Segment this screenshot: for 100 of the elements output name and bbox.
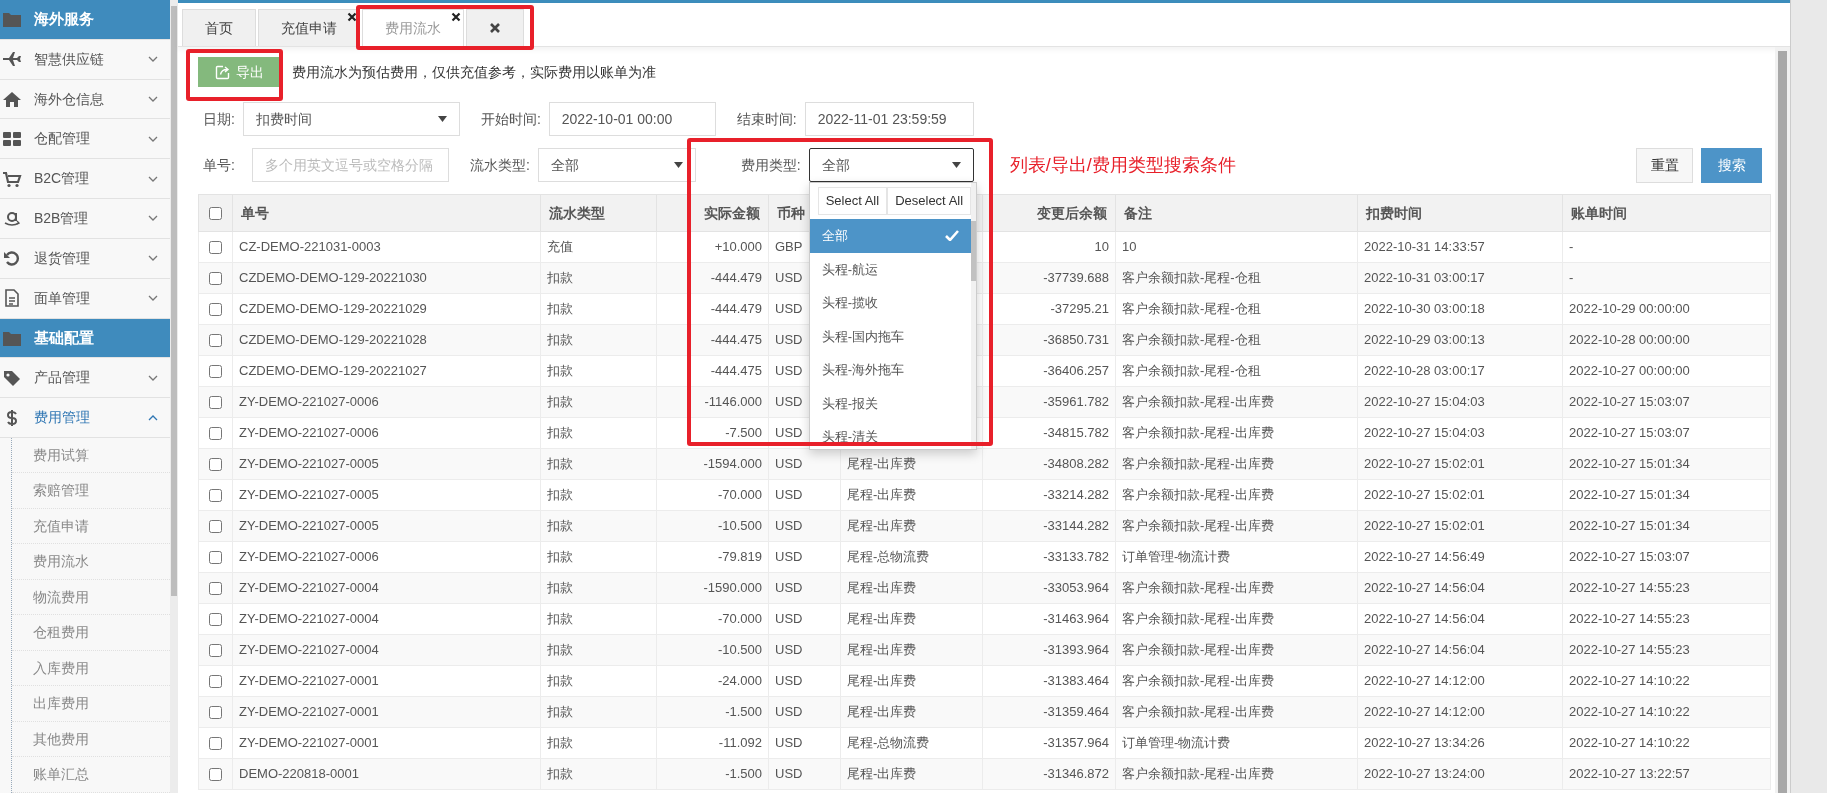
filter-label: 单号: [203, 155, 235, 175]
sidebar-item-label: 产品管理 [34, 368, 90, 388]
table-cell: -36850.731 [982, 324, 1116, 356]
table-cell: 2022-10-27 15:01:34 [1562, 479, 1771, 511]
table-cell: 客户余额扣款-尾程-出库费 [1115, 603, 1358, 635]
row-checkbox[interactable] [209, 706, 222, 720]
input-field[interactable]: 2022-10-01 00:00 [548, 102, 716, 136]
dropdown-option[interactable]: 头程-国内拖车 [809, 319, 972, 353]
chevron-icon [148, 413, 158, 422]
row-checkbox[interactable] [209, 334, 222, 348]
row-checkbox[interactable] [209, 365, 222, 379]
row-checkbox[interactable] [209, 489, 222, 503]
row-checkbox[interactable] [209, 551, 222, 565]
row-checkbox[interactable] [209, 520, 222, 534]
table-cell: USD [768, 696, 841, 728]
dropdown-option[interactable]: 头程-揽收 [809, 286, 972, 320]
dropdown-action-button[interactable]: Deselect All [887, 187, 972, 215]
row-checkbox[interactable] [209, 582, 222, 596]
filter-label: 结束时间: [736, 109, 797, 129]
sidebar-section[interactable]: 基础配置 [0, 318, 170, 359]
table-cell: 2022-10-27 15:03:07 [1562, 417, 1771, 449]
table-cell: CZDEMO-DEMO-129-20221029 [232, 293, 541, 325]
dropdown-action-button[interactable]: Select All [817, 187, 888, 215]
table-cell: 2022-10-27 14:10:22 [1562, 696, 1771, 728]
sidebar-scrollbar[interactable] [170, 0, 178, 793]
table-cell: 扣款 [540, 355, 657, 387]
dropdown-option[interactable]: 头程-海外拖车 [809, 353, 972, 387]
row-checkbox[interactable] [209, 303, 222, 317]
caret-icon [437, 116, 447, 122]
tab[interactable] [466, 9, 524, 46]
table-cell: CZDEMO-DEMO-129-20221030 [232, 262, 541, 294]
tab[interactable]: 首页 [182, 9, 256, 46]
column-header[interactable]: 实际金额 [656, 194, 769, 232]
dropdown-option[interactable]: 头程-航运 [809, 252, 972, 286]
table-cell: 扣款 [540, 665, 657, 697]
table-cell: - [1562, 262, 1771, 294]
table-cell: 2022-10-27 15:01:34 [1562, 448, 1771, 480]
table-cell: 订单管理-物流计费 [1115, 727, 1358, 759]
table-cell: 扣款 [540, 572, 657, 604]
sidebar-item[interactable]: 仓配管理 [0, 119, 170, 160]
table-cell: 2022-10-27 15:01:34 [1562, 510, 1771, 542]
table-cell: -31393.964 [982, 634, 1116, 666]
table-cell: -37295.21 [982, 293, 1116, 325]
table-cell: +10.000 [656, 231, 769, 263]
table-cell: ZY-DEMO-221027-0006 [232, 417, 541, 449]
chevron-icon [148, 55, 158, 64]
table-cell: ZY-DEMO-221027-0005 [232, 448, 541, 480]
table-cell: USD [768, 665, 841, 697]
sidebar-item-label: 智慧供应链 [34, 49, 104, 69]
table-cell: CZ-DEMO-221031-0003 [232, 231, 541, 263]
select-field[interactable]: 扣费时间 [242, 102, 460, 136]
table-cell: 2022-10-27 14:12:00 [1357, 665, 1563, 697]
input-field[interactable]: 多个用英文逗号或空格分隔 [251, 148, 449, 182]
table-cell: DEMO-220818-0001 [232, 758, 541, 790]
table-cell: 扣款 [540, 634, 657, 666]
table-cell: 2022-10-27 15:04:03 [1357, 386, 1563, 418]
column-header[interactable]: 变更后余额 [982, 194, 1116, 232]
table-cell: 扣款 [540, 262, 657, 294]
table-cell: -34815.782 [982, 417, 1116, 449]
column-header[interactable]: 备注 [1115, 194, 1358, 232]
table-cell: -31383.464 [982, 665, 1116, 697]
table-cell: -36406.257 [982, 355, 1116, 387]
chevron-icon [148, 174, 158, 183]
row-checkbox[interactable] [209, 427, 222, 441]
input-field[interactable]: 2022-11-01 23:59:59 [804, 102, 974, 136]
row-checkbox[interactable] [209, 458, 222, 472]
close-icon [451, 12, 461, 22]
dropdown-option[interactable]: 头程-清关 [809, 420, 972, 449]
table-cell: -70.000 [656, 479, 769, 511]
table-cell: -7.500 [656, 417, 769, 449]
scrollbar[interactable] [1775, 47, 1790, 793]
table-cell: 扣款 [540, 479, 657, 511]
row-checkbox[interactable] [209, 613, 222, 627]
select-field[interactable]: 全部 [537, 148, 696, 182]
table-cell: USD [768, 603, 841, 635]
grid-icon [2, 129, 22, 148]
table-cell: ZY-DEMO-221027-0006 [232, 386, 541, 418]
table-cell: -31463.964 [982, 603, 1116, 635]
row-checkbox[interactable] [209, 241, 222, 255]
row-checkbox[interactable] [209, 644, 222, 658]
row-checkbox[interactable] [209, 396, 222, 410]
table-cell: USD [768, 634, 841, 666]
select-all-checkbox[interactable] [209, 207, 222, 221]
dropdown-option[interactable]: 头程-报关 [809, 386, 972, 420]
row-checkbox[interactable] [209, 737, 222, 751]
table-cell: 2022-10-27 13:34:26 [1357, 727, 1563, 759]
reset-button[interactable]: 重置 [1636, 147, 1693, 183]
notice-text: 费用流水为预估费用，仅供充值参考，实际费用以账单为准 [292, 62, 656, 82]
column-header[interactable]: 账单时间 [1562, 194, 1771, 232]
column-header[interactable]: 单号 [232, 194, 541, 232]
row-checkbox[interactable] [209, 675, 222, 689]
row-checkbox[interactable] [209, 768, 222, 782]
share-icon [214, 64, 230, 80]
column-header[interactable]: 流水类型 [540, 194, 657, 232]
column-header[interactable]: 扣费时间 [1357, 194, 1563, 232]
table-cell: USD [768, 448, 841, 480]
row-checkbox[interactable] [209, 272, 222, 286]
sidebar-section[interactable]: 海外服务 [0, 0, 170, 40]
table-cell: - [1562, 231, 1771, 263]
caret-icon [673, 162, 683, 168]
